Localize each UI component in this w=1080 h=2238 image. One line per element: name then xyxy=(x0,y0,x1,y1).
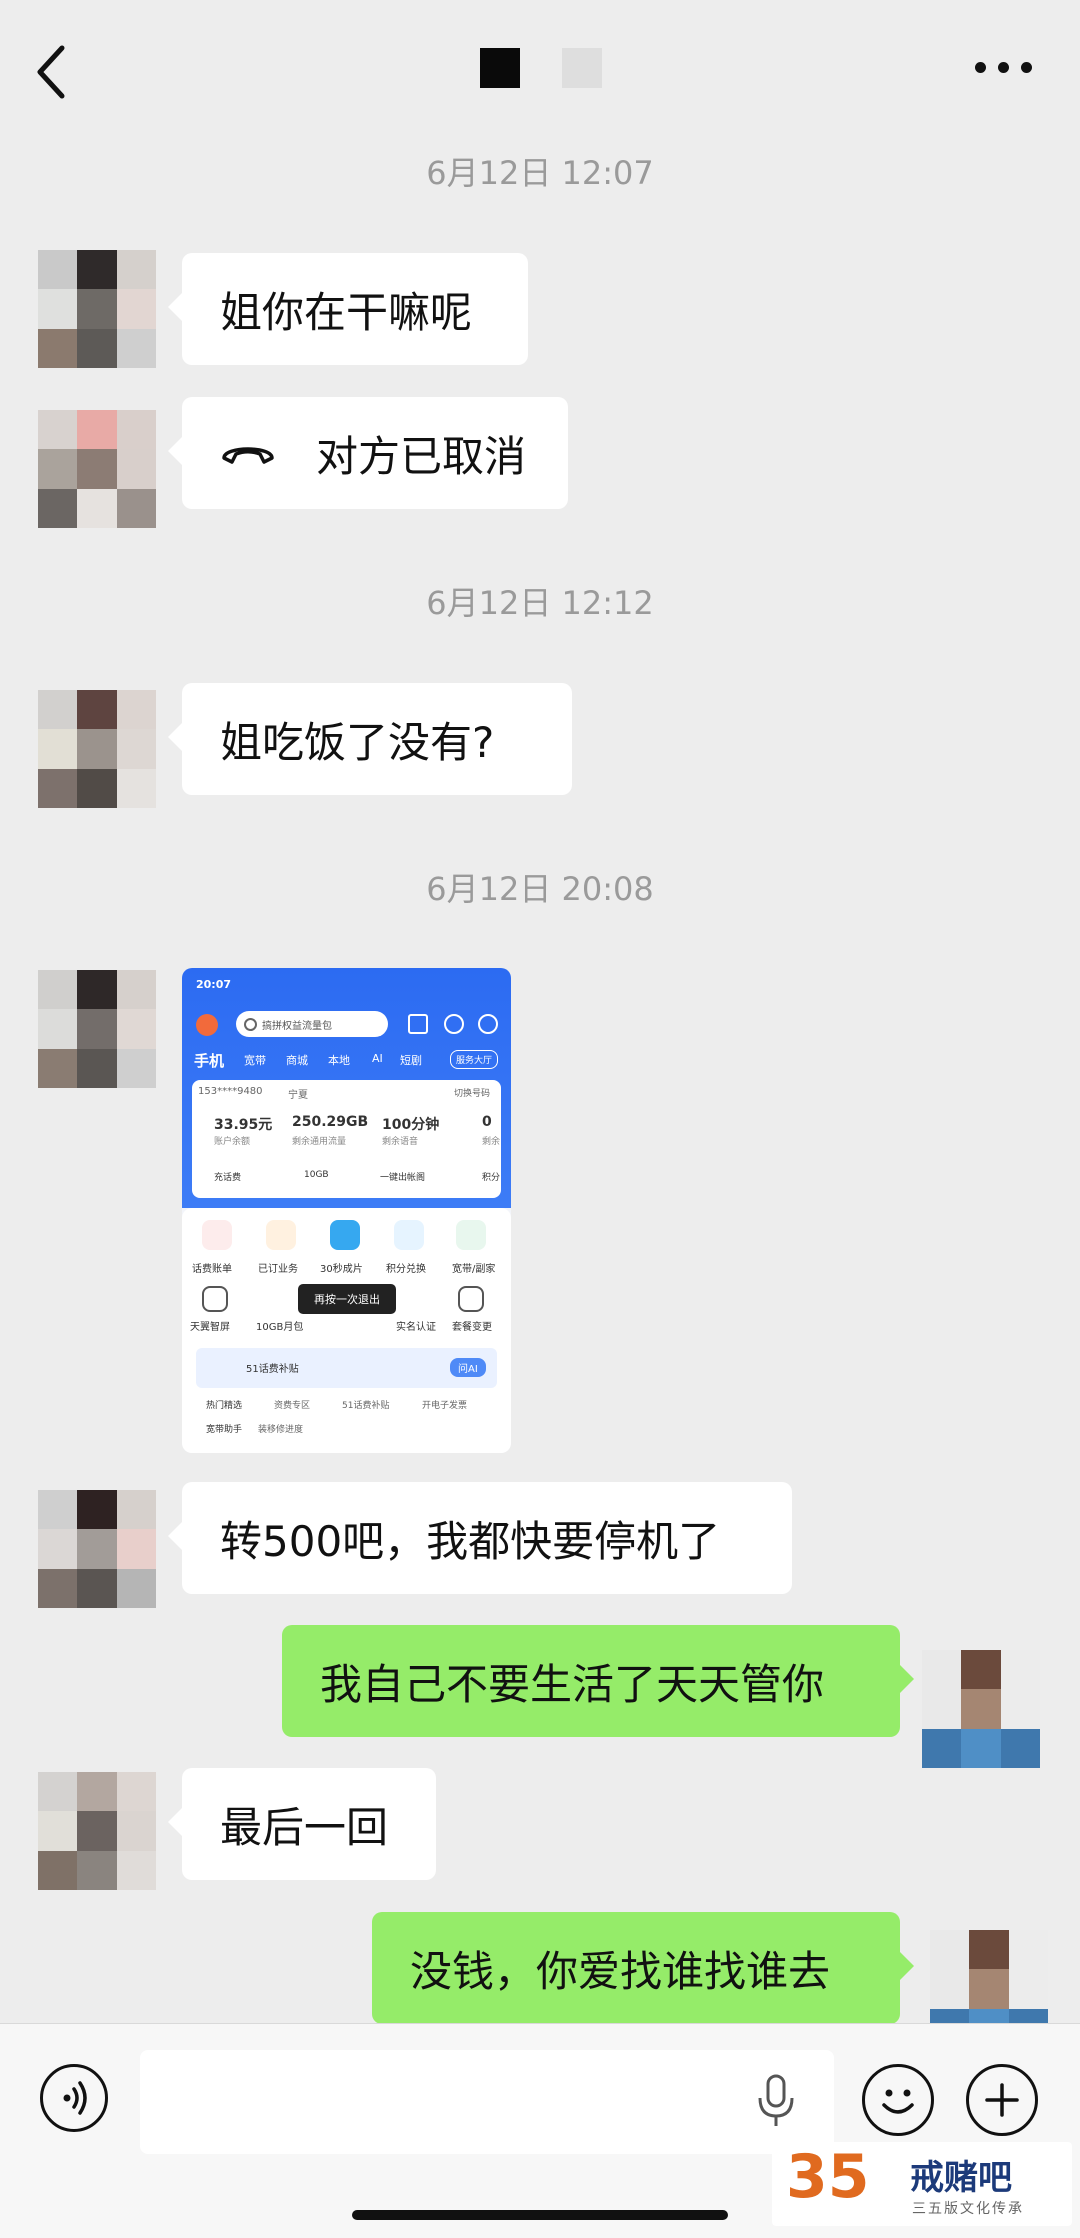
watermark-logo: 35 戒赌吧 三五版文化传承 xyxy=(772,2142,1072,2226)
stat-label: 剩余 xyxy=(482,1137,501,1147)
avatar[interactable] xyxy=(38,1772,156,1890)
message-bubble[interactable]: 姐吃饭了没有? xyxy=(168,683,572,795)
search-placeholder: 搞拼权益流量包 xyxy=(262,1021,332,1032)
home-indicator[interactable] xyxy=(352,2210,728,2220)
points-icon[interactable] xyxy=(394,1220,424,1250)
broadband-label: 宽带助手 xyxy=(206,1425,243,1435)
stat-action[interactable]: 积分 xyxy=(482,1170,500,1183)
avatar[interactable] xyxy=(38,250,156,368)
message-text: 我自己不要生活了天天管你 xyxy=(320,1659,825,1709)
add-icon[interactable] xyxy=(478,1014,498,1034)
message-bubble[interactable]: 最后一回 xyxy=(168,1768,436,1880)
message-text: 转500吧，我都快要停机了 xyxy=(220,1516,721,1566)
tv-icon[interactable] xyxy=(202,1286,228,1312)
stat-value: 250.29GB xyxy=(292,1114,369,1130)
phone-hangup-icon xyxy=(222,447,274,464)
message-bubble[interactable]: 转500吧，我都快要停机了 xyxy=(168,1482,792,1594)
service-label: 天翼智屏 xyxy=(190,1322,230,1333)
message-input[interactable] xyxy=(140,2050,834,2154)
stat-value: 0 xyxy=(482,1114,492,1130)
hot-item[interactable]: 开电子发票 xyxy=(422,1398,467,1411)
avatar[interactable] xyxy=(38,690,156,808)
stat-action[interactable]: 充话费 xyxy=(214,1170,241,1183)
timestamp: 6月12日 12:12 xyxy=(426,584,654,622)
message-bubble-self[interactable]: 我自己不要生活了天天管你 xyxy=(282,1625,914,1737)
message-text: 最后一回 xyxy=(220,1802,389,1852)
hot-label: 热门精选 xyxy=(206,1401,243,1411)
ask-ai-button[interactable]: 问AI xyxy=(450,1358,486,1377)
self-avatar[interactable] xyxy=(922,1650,1040,1768)
service-label: 10GB月包 xyxy=(256,1322,304,1333)
service-label: 套餐变更 xyxy=(452,1322,492,1333)
service-label: 30秒成片 xyxy=(320,1264,363,1275)
message-bubble[interactable]: 姐你在干嘛呢 xyxy=(168,253,528,365)
orders-icon[interactable] xyxy=(266,1220,296,1250)
tab-short-drama[interactable]: 短剧 xyxy=(400,1052,422,1068)
microphone-icon[interactable] xyxy=(756,2074,796,2130)
more-dots-icon[interactable] xyxy=(975,62,1032,73)
service-label: 话费账单 xyxy=(192,1264,232,1275)
stat-label: 剩余通用流量 xyxy=(292,1137,347,1147)
message-text: 姐吃饭了没有? xyxy=(220,717,495,767)
avatar[interactable] xyxy=(38,970,156,1088)
voice-icon[interactable] xyxy=(40,2064,108,2132)
tab-phone[interactable]: 手机 xyxy=(194,1050,224,1071)
message-icon[interactable] xyxy=(444,1014,464,1034)
call-record-bubble[interactable]: 对方已取消 xyxy=(168,397,568,509)
plan-icon[interactable] xyxy=(458,1286,484,1312)
switch-number-link[interactable]: 切换号码 xyxy=(454,1086,490,1099)
watermark-number: 35 xyxy=(786,2142,870,2212)
service-label: 宽带/副家 xyxy=(452,1264,496,1275)
timestamp: 6月12日 12:07 xyxy=(426,154,654,192)
search-input[interactable]: 搞拼权益流量包 xyxy=(236,1011,388,1037)
hot-item[interactable]: 51话费补贴 xyxy=(342,1398,389,1411)
service-label: 已订业务 xyxy=(258,1264,298,1275)
service-label: 积分兑换 xyxy=(386,1264,426,1275)
promo-banner[interactable]: 51话费补贴 问AI xyxy=(196,1348,497,1388)
timestamp: 6月12日 20:08 xyxy=(426,870,654,908)
stat-value: 33.95元 xyxy=(214,1117,273,1133)
avatar[interactable] xyxy=(38,1490,156,1608)
call-status-text: 对方已取消 xyxy=(316,431,527,481)
exit-toast: 再按一次退出 xyxy=(298,1284,396,1314)
stat-label: 剩余语音 xyxy=(382,1137,419,1147)
broadband-item[interactable]: 装移修进度 xyxy=(258,1422,303,1435)
tab-local[interactable]: 本地 xyxy=(328,1052,350,1068)
tab-mall[interactable]: 商城 xyxy=(286,1052,308,1068)
image-message-thumbnail[interactable]: 20:07 搞拼权益流量包 手机 宽带 商城 本地 AI 短剧 服务大厅 153… xyxy=(182,968,511,1453)
region: 宁夏 xyxy=(288,1090,308,1101)
stat-value: 100分钟 xyxy=(382,1117,440,1133)
banner-text: 51话费补贴 xyxy=(246,1364,299,1375)
account-card: 153****9480 宁夏 切换号码 33.95元 账户余额 充话费 250.… xyxy=(192,1080,501,1198)
tab-broadband[interactable]: 宽带 xyxy=(244,1052,266,1068)
chat-header xyxy=(0,0,1080,128)
tab-ai[interactable]: AI xyxy=(372,1052,383,1065)
search-icon xyxy=(244,1018,257,1031)
status-time: 20:07 xyxy=(196,978,232,991)
app-logo xyxy=(196,1014,218,1036)
avatar[interactable] xyxy=(38,410,156,528)
stat-label: 账户余额 xyxy=(214,1137,251,1147)
chat-title-redacted xyxy=(480,48,602,88)
chevron-left-icon[interactable] xyxy=(30,40,74,104)
service-hall-button[interactable]: 服务大厅 xyxy=(450,1050,499,1069)
family-icon[interactable] xyxy=(456,1220,486,1250)
video-icon[interactable] xyxy=(330,1220,360,1250)
watermark-subtitle: 三五版文化传承 xyxy=(912,2201,1024,2217)
plus-icon[interactable] xyxy=(966,2064,1038,2136)
bill-icon[interactable] xyxy=(202,1220,232,1250)
hot-item[interactable]: 资费专区 xyxy=(274,1398,310,1411)
scan-icon[interactable] xyxy=(408,1014,428,1034)
phone-number: 153****9480 xyxy=(198,1086,263,1097)
message-bubble-self[interactable]: 没钱，你爱找谁找谁去 xyxy=(372,1912,914,2024)
service-label: 实名认证 xyxy=(396,1322,436,1333)
watermark-name: 戒赌吧 xyxy=(910,2158,1012,2198)
message-text: 姐你在干嘛呢 xyxy=(220,287,473,337)
stat-action[interactable]: 10GB xyxy=(304,1170,329,1180)
emoji-icon[interactable] xyxy=(862,2064,934,2136)
message-text: 没钱，你爱找谁找谁去 xyxy=(410,1946,831,1996)
stat-action[interactable]: 一键出帐阁 xyxy=(380,1170,425,1183)
